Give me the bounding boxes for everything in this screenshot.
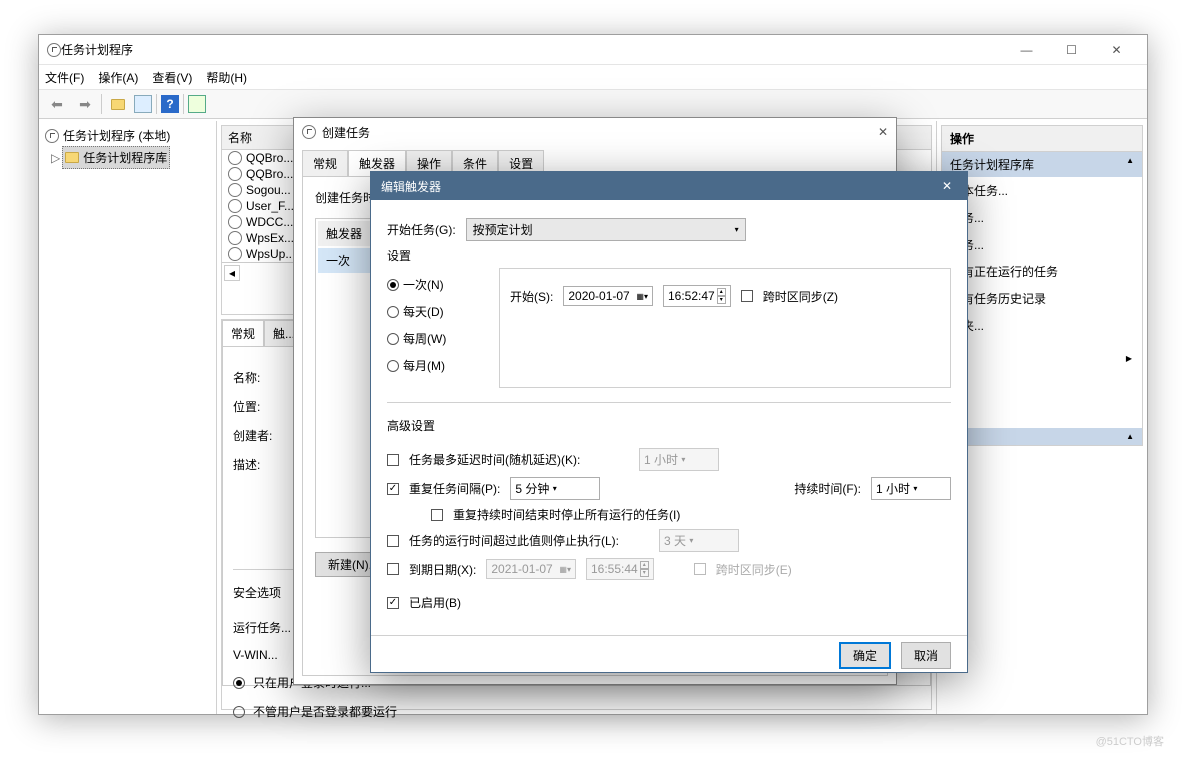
expire-time-input: 16:55:44▴▾	[586, 558, 654, 580]
label-location: 位置:	[233, 398, 260, 415]
maximize-button[interactable]: ☐	[1049, 36, 1094, 64]
tab-general[interactable]: 常规	[302, 150, 348, 176]
stop-after-dropdown: 3 天 ▾	[659, 529, 739, 552]
radio-once[interactable]	[387, 279, 399, 291]
duration-dropdown[interactable]: 1 小时 ▾	[871, 477, 951, 500]
ok-button[interactable]: 确定	[839, 642, 891, 669]
close-icon[interactable]: ✕	[878, 125, 888, 139]
tree-root[interactable]: 任务计划程序 (本地)	[43, 125, 212, 146]
expire-checkbox[interactable]	[387, 563, 399, 575]
action-item[interactable]: ...有正在运行的任务	[942, 258, 1142, 285]
label-description: 描述:	[233, 456, 260, 473]
watermark: @51CTO博客	[1096, 733, 1164, 749]
radio-any-user[interactable]	[233, 706, 245, 718]
menu-help[interactable]: 帮助(H)	[206, 69, 247, 86]
toolbar-btn-3[interactable]	[188, 95, 206, 113]
begin-task-label: 开始任务(G):	[387, 221, 456, 238]
radio-logged-on[interactable]	[233, 677, 245, 689]
folder-icon	[65, 152, 79, 163]
edit-trigger-dialog: 编辑触发器 ✕ 开始任务(G): 按预定计划▾ 设置 一次(N) 每天(D) 每…	[370, 171, 968, 673]
close-button[interactable]: ✕	[1094, 36, 1139, 64]
sync-timezone-checkbox[interactable]	[741, 290, 753, 302]
start-date-input[interactable]: 2020-01-07 ▦▾	[563, 286, 653, 306]
actions-panel: 操作 任务计划程序库 ▲ ...本任务......务......务......有…	[937, 121, 1147, 714]
cancel-button[interactable]: 取消	[901, 642, 951, 669]
edit-trigger-title: 编辑触发器	[371, 172, 927, 200]
clock-icon	[228, 151, 242, 165]
begin-task-dropdown[interactable]: 按预定计划▾	[466, 218, 746, 241]
expire-sync-checkbox	[694, 563, 706, 575]
expand-icon[interactable]: ▷	[51, 151, 60, 165]
action-item[interactable]: ...务...	[942, 231, 1142, 258]
tree-panel: 任务计划程序 (本地) ▷ 任务计划程序库	[39, 121, 217, 714]
tree-library[interactable]: 任务计划程序库	[62, 146, 170, 169]
expire-date-input: 2021-01-07 ▦▾	[486, 559, 576, 579]
collapse-icon-2[interactable]: ▲	[1126, 432, 1134, 441]
close-button[interactable]: ✕	[927, 172, 967, 200]
delay-checkbox[interactable]	[387, 454, 399, 466]
forward-button[interactable]: ➡	[73, 92, 97, 116]
clock-icon	[228, 215, 242, 229]
more-icon[interactable]: ▶	[1126, 354, 1132, 363]
stop-at-end-checkbox[interactable]	[431, 509, 443, 521]
delay-dropdown: 1 小时 ▾	[639, 448, 719, 471]
clock-icon	[45, 129, 59, 143]
settings-group-label: 设置	[387, 247, 951, 264]
menu-file[interactable]: 文件(F)	[45, 69, 84, 86]
toolbar-btn-1[interactable]	[106, 92, 130, 116]
action-item[interactable]	[942, 339, 1142, 349]
start-label: 开始(S):	[510, 288, 553, 305]
stop-after-checkbox[interactable]	[387, 535, 399, 547]
menu-view[interactable]: 查看(V)	[152, 69, 192, 86]
clock-icon	[228, 199, 242, 213]
tab-general[interactable]: 常规	[222, 320, 264, 346]
menubar: 文件(F) 操作(A) 查看(V) 帮助(H)	[39, 65, 1147, 89]
titlebar: 任务计划程序 — ☐ ✕	[39, 35, 1147, 65]
repeat-checkbox[interactable]	[387, 483, 399, 495]
collapse-icon[interactable]: ▲	[1126, 156, 1134, 173]
action-item[interactable]: ...有任务历史记录	[942, 285, 1142, 312]
scroll-left-icon[interactable]: ◂	[224, 265, 240, 281]
radio-daily[interactable]	[387, 306, 399, 318]
clock-icon	[228, 183, 242, 197]
app-icon	[47, 43, 61, 57]
radio-weekly[interactable]	[387, 333, 399, 345]
start-time-input[interactable]: 16:52:47▴▾	[663, 285, 731, 307]
radio-monthly[interactable]	[387, 360, 399, 372]
toolbar-btn-2[interactable]	[134, 95, 152, 113]
back-button[interactable]: ⬅	[45, 92, 69, 116]
action-item[interactable]: ...本任务...	[942, 177, 1142, 204]
label-author: 创建者:	[233, 427, 272, 444]
dialog-icon	[302, 125, 316, 139]
action-item[interactable]: ...务...	[942, 204, 1142, 231]
label-name: 名称:	[233, 369, 260, 386]
advanced-settings-label: 高级设置	[387, 417, 951, 434]
clock-icon	[228, 231, 242, 245]
actions-divider: ▲	[942, 428, 1142, 445]
minimize-button[interactable]: —	[1004, 36, 1049, 64]
actions-header: 任务计划程序库 ▲	[942, 152, 1142, 177]
help-button[interactable]: ?	[161, 95, 179, 113]
create-task-title: 创建任务	[322, 124, 370, 141]
repeat-interval-dropdown[interactable]: 5 分钟 ▾	[510, 477, 600, 500]
enabled-checkbox[interactable]	[387, 597, 399, 609]
menu-action[interactable]: 操作(A)	[98, 69, 138, 86]
toolbar: ⬅ ➡ ?	[39, 89, 1147, 119]
action-item[interactable]: ...夹...	[942, 312, 1142, 339]
clock-icon	[228, 167, 242, 181]
window-title: 任务计划程序	[61, 41, 1004, 58]
clock-icon	[228, 247, 242, 261]
